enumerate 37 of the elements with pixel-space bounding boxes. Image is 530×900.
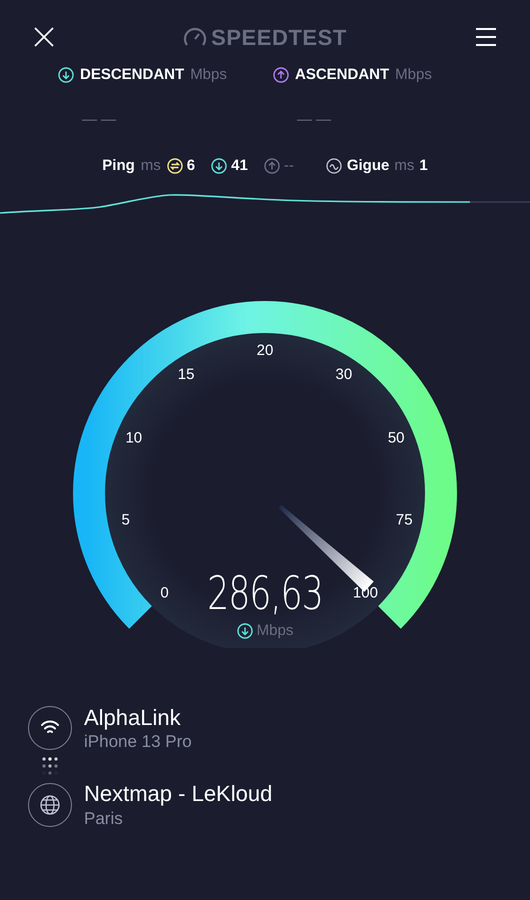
- result-value: — —: [82, 110, 116, 130]
- result-unit: Mbps: [190, 65, 227, 85]
- connection-name: AlphaLink: [84, 704, 182, 731]
- gauge-tick-label: 50: [388, 429, 405, 446]
- connection-detail: Paris: [84, 808, 124, 829]
- gauge-tick-label: 20: [256, 341, 274, 358]
- dots-icon: [41, 756, 59, 776]
- gauge-tick-label: 10: [125, 429, 142, 446]
- gauge-tick-label: 0: [160, 584, 169, 601]
- ping-value: --: [284, 156, 294, 176]
- ping-value: 41: [231, 156, 248, 176]
- connection-name: Nextmap - LeKloud: [84, 780, 272, 808]
- idle-ping-icon: [166, 158, 183, 174]
- jitter-value: 1: [419, 156, 428, 176]
- gauge-tick-label: 30: [336, 365, 352, 382]
- jitter-icon: [326, 158, 342, 174]
- speed-reading: 286,63: [207, 570, 323, 616]
- globe-icon: [39, 794, 61, 816]
- jitter-label: Gigue: [346, 156, 390, 176]
- gauge-tick-label: 75: [396, 511, 413, 528]
- connection-detail: iPhone 13 Pro: [84, 731, 192, 752]
- ping-label: Ping: [102, 156, 135, 176]
- result-unit: Mbps: [395, 65, 432, 85]
- result-value: — —: [297, 110, 332, 130]
- close-icon: [32, 25, 56, 49]
- app-logo: SPEEDTEST: [211, 24, 347, 52]
- result-label: ASCENDANT: [295, 65, 390, 85]
- speed-unit: Mbps: [256, 620, 294, 640]
- wifi-icon: [40, 720, 60, 736]
- ping-unit: ms: [140, 156, 161, 176]
- ping-value: 6: [186, 156, 196, 176]
- gauge-tick-label: 5: [122, 511, 130, 528]
- gauge-logo-icon: [183, 26, 208, 48]
- result-label: DESCENDANT: [80, 65, 184, 85]
- menu-icon: [474, 27, 497, 47]
- gauge-tick-label: 15: [178, 365, 194, 382]
- jitter-unit: ms: [394, 156, 414, 176]
